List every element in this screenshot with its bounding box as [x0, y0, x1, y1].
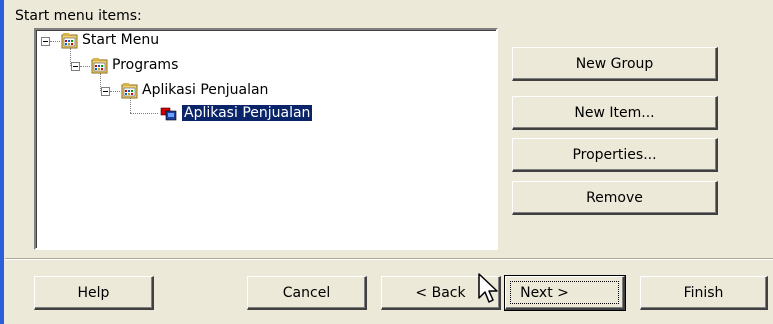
tree-node-app-shortcut-label: Aplikasi Penjualan [180, 104, 314, 122]
tree-connector [130, 98, 131, 113]
application-shortcut-icon [160, 107, 177, 121]
program-group-icon [121, 83, 138, 99]
program-group-icon [91, 58, 108, 74]
tree-node-app-shortcut[interactable]: Aplikasi Penjualan [180, 104, 314, 122]
remove-button-label: Remove [586, 189, 643, 206]
help-button[interactable]: Help [34, 276, 154, 310]
collapse-toggle-programs[interactable] [71, 62, 80, 71]
new-group-button[interactable]: New Group [512, 47, 718, 81]
finish-button[interactable]: Finish [640, 276, 768, 310]
tree-node-app-folder[interactable]: Aplikasi Penjualan [142, 82, 268, 98]
tree-connector [80, 66, 90, 67]
collapse-toggle-app-folder[interactable] [101, 87, 110, 96]
start-menu-items-label: Start menu items: [15, 8, 142, 24]
tree-connector [50, 41, 60, 42]
properties-button-label: Properties... [572, 146, 657, 163]
tree-node-programs[interactable]: Programs [112, 57, 178, 73]
left-accent-bar [0, 0, 4, 324]
tree-node-start-menu[interactable]: Start Menu [82, 32, 159, 48]
focus-rectangle [510, 281, 619, 304]
new-item-button[interactable]: New Item... [512, 96, 718, 130]
program-group-icon [61, 33, 78, 49]
tree-connector [130, 113, 158, 114]
remove-button[interactable]: Remove [512, 181, 718, 215]
finish-button-label: Finish [683, 284, 724, 301]
next-button[interactable]: Next > [504, 275, 626, 311]
cancel-button-label: Cancel [282, 284, 331, 301]
properties-button[interactable]: Properties... [512, 138, 718, 172]
new-group-button-label: New Group [575, 55, 654, 72]
cancel-button[interactable]: Cancel [247, 276, 367, 310]
tree-connector [110, 91, 120, 92]
back-button-label: < Back [415, 284, 466, 301]
new-item-button-label: New Item... [574, 104, 655, 121]
help-button-label: Help [77, 284, 110, 301]
collapse-toggle-start-menu[interactable] [41, 37, 50, 46]
footer-divider [5, 258, 773, 260]
start-menu-tree[interactable]: Start Menu Programs Aplikasi Penjualan A… [34, 28, 498, 250]
mouse-pointer-icon [478, 273, 498, 303]
